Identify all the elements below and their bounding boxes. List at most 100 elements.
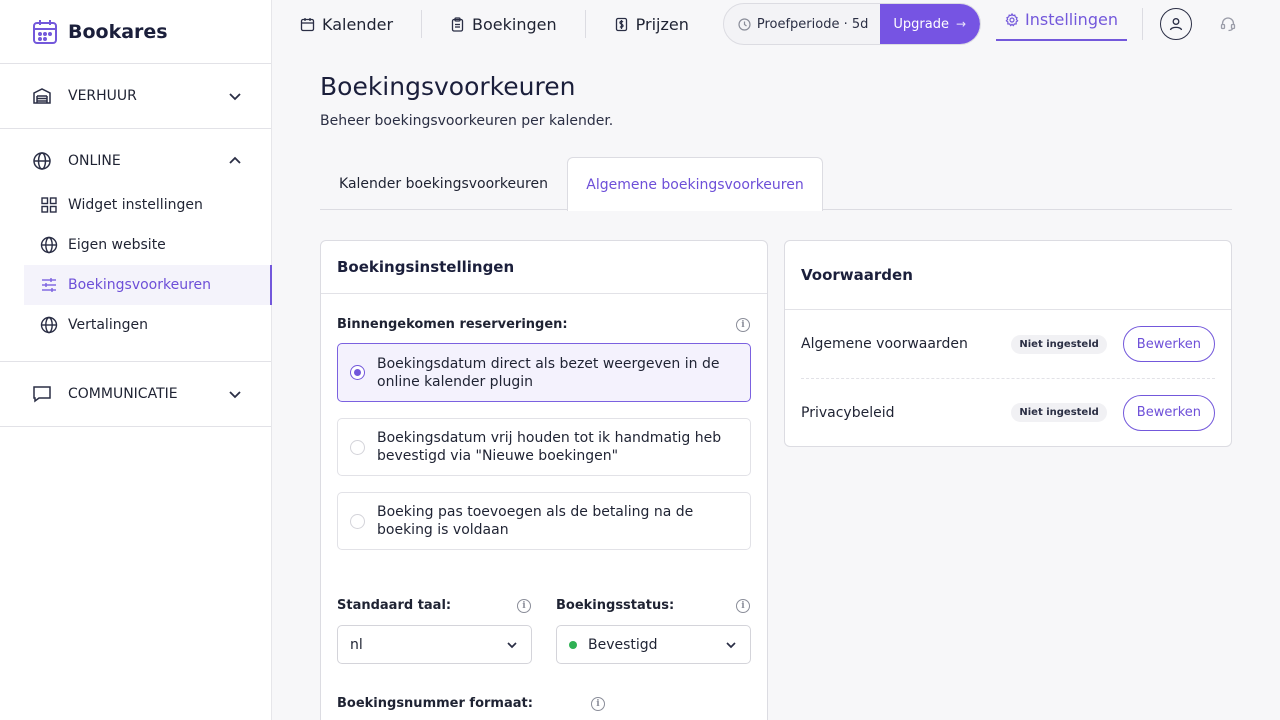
- upgrade-label: Upgrade: [893, 16, 949, 32]
- radio-option-direct-bezet[interactable]: Boekingsdatum direct als bezet weergeven…: [337, 343, 751, 402]
- sidebar-item-widget-instellingen[interactable]: Widget instellingen: [0, 185, 271, 225]
- field-label: Boekingsnummer formaat:: [337, 696, 533, 711]
- user-icon: [1169, 18, 1183, 31]
- tab-kalender-boekingsvoorkeuren[interactable]: Kalender boekingsvoorkeuren: [320, 157, 567, 210]
- incoming-reservations-label: Binnengekomen reserveringen: i: [337, 317, 750, 332]
- upgrade-button[interactable]: Upgrade →: [880, 4, 981, 44]
- tab-algemene-boekingsvoorkeuren[interactable]: Algemene boekingsvoorkeuren: [567, 157, 823, 211]
- chevron-up-icon: [229, 156, 241, 164]
- sidebar-section-label: ONLINE: [68, 153, 121, 169]
- chevron-down-icon: [229, 391, 241, 399]
- trial-status: Proefperiode · 5d: [724, 17, 881, 32]
- terms-row: Algemene voorwaarden Niet ingesteld Bewe…: [785, 310, 1231, 378]
- language-select[interactable]: nl: [337, 625, 532, 664]
- default-language-label: Standaard taal: i: [337, 598, 531, 613]
- calendar-icon: [300, 17, 315, 31]
- headset-icon[interactable]: [1220, 16, 1236, 32]
- sidebar-item-label: Widget instellingen: [68, 197, 203, 213]
- sidebar-item-label: Eigen website: [68, 237, 166, 253]
- nav-kalender[interactable]: Kalender: [272, 0, 421, 48]
- topbar: Kalender Boekingen Prijzen Proefperiode …: [272, 0, 1280, 48]
- status-badge: Niet ingesteld: [1011, 334, 1107, 354]
- booking-status-label: Boekingsstatus: i: [556, 598, 750, 613]
- globe-icon: [40, 316, 58, 334]
- grid-icon: [41, 197, 57, 213]
- page-title: Boekingsvoorkeuren: [320, 72, 576, 101]
- radio-label: Boeking pas toevoegen als de betaling na…: [377, 504, 694, 538]
- radio-button[interactable]: [350, 513, 365, 529]
- radio-option-handmatig-bevestigen[interactable]: Boekingsdatum vrij houden tot ik handmat…: [337, 418, 751, 476]
- select-value: Bevestigd: [588, 636, 658, 653]
- sidebar-toggle-communicatie[interactable]: COMMUNICATIE: [0, 362, 271, 426]
- sidebar: Bookares VERHUUR ONLINE Widget instellin…: [0, 0, 272, 720]
- sidebar-item-eigen-website[interactable]: Eigen website: [0, 225, 271, 265]
- brand[interactable]: Bookares: [0, 0, 271, 64]
- terms-label: Algemene voorwaarden: [801, 336, 968, 352]
- gear-icon: [1005, 12, 1019, 27]
- edit-privacy-button[interactable]: Bewerken: [1122, 394, 1215, 431]
- info-icon[interactable]: i: [736, 598, 750, 613]
- avatar[interactable]: [1160, 8, 1192, 40]
- page-subtitle: Beheer boekingsvoorkeuren per kalender.: [320, 113, 614, 129]
- sidebar-item-label: Boekingsvoorkeuren: [68, 277, 212, 293]
- info-icon[interactable]: i: [517, 598, 531, 613]
- radio-label: Boekingsdatum direct als bezet weergeven…: [377, 355, 720, 390]
- info-icon[interactable]: i: [591, 696, 605, 711]
- arrow-right-icon: →: [955, 17, 967, 31]
- chevron-down-icon: [229, 93, 241, 101]
- field-label: Standaard taal:: [337, 598, 452, 613]
- status-badge: Niet ingesteld: [1011, 403, 1107, 422]
- sidebar-section-label: COMMUNICATIE: [68, 386, 178, 402]
- terms-card: Voorwaarden Algemene voorwaarden Niet in…: [784, 240, 1232, 447]
- sidebar-section-label: VERHUUR: [68, 88, 137, 104]
- booking-settings-card: Boekingsinstellingen Binnengekomen reser…: [320, 240, 768, 720]
- radio-button[interactable]: [350, 365, 365, 380]
- chat-icon: [33, 386, 51, 403]
- chevron-down-icon: [507, 641, 517, 648]
- nav-label: Prijzen: [635, 14, 689, 34]
- edit-terms-button[interactable]: Bewerken: [1122, 326, 1215, 362]
- warehouse-icon: [33, 88, 51, 104]
- divider: [1142, 8, 1143, 40]
- globe-icon: [40, 236, 58, 254]
- trial-label: Proefperiode · 5d: [756, 16, 869, 32]
- field-label: Boekingsstatus:: [556, 598, 675, 613]
- trial-pill: Proefperiode · 5d Upgrade →: [722, 3, 982, 45]
- info-icon[interactable]: i: [736, 317, 750, 332]
- sidebar-submenu-online: Widget instellingen Eigen website Boekin…: [0, 185, 272, 361]
- clipboard-icon: [451, 16, 464, 32]
- card-title: Boekingsinstellingen: [321, 241, 767, 294]
- sidebar-item-label: Vertalingen: [68, 317, 148, 333]
- tab-bar: Kalender boekingsvoorkeuren Algemene boe…: [320, 157, 1232, 211]
- sidebar-toggle-online[interactable]: ONLINE: [0, 129, 271, 193]
- radio-button[interactable]: [350, 439, 365, 455]
- booking-number-format-label: Boekingsnummer formaat: i: [337, 696, 605, 711]
- nav-label: Boekingen: [472, 14, 557, 34]
- settings-label: Instellingen: [1025, 10, 1118, 29]
- nav-instellingen[interactable]: Instellingen: [996, 0, 1127, 41]
- status-dot: [569, 640, 577, 649]
- globe-icon: [33, 152, 51, 170]
- sidebar-item-boekingsvoorkeuren[interactable]: Boekingsvoorkeuren: [24, 265, 272, 305]
- nav-boekingen[interactable]: Boekingen: [422, 0, 585, 48]
- calendar-logo-icon: [33, 19, 57, 44]
- terms-row: Privacybeleid Niet ingesteld Bewerken: [801, 378, 1215, 446]
- sidebar-section-verhuur: VERHUUR: [0, 64, 271, 129]
- nav-label: Kalender: [322, 14, 394, 34]
- booking-status-select[interactable]: Bevestigd: [556, 625, 751, 664]
- sliders-icon: [42, 278, 56, 292]
- sidebar-toggle-verhuur[interactable]: VERHUUR: [0, 64, 271, 128]
- terms-label: Privacybeleid: [801, 404, 895, 421]
- radio-label: Boekingsdatum vrij houden tot ik handmat…: [377, 430, 722, 464]
- sidebar-section-communicatie: COMMUNICATIE: [0, 362, 271, 427]
- chevron-down-icon: [726, 641, 736, 648]
- main-content: Boekingsvoorkeuren Beheer boekingsvoorke…: [320, 48, 1232, 720]
- radio-option-na-betaling[interactable]: Boeking pas toevoegen als de betaling na…: [337, 492, 751, 550]
- select-value: nl: [350, 636, 363, 653]
- clock-icon: [738, 17, 751, 31]
- brand-name: Bookares: [68, 20, 168, 43]
- sidebar-item-vertalingen[interactable]: Vertalingen: [0, 305, 271, 345]
- nav-prijzen[interactable]: Prijzen: [586, 0, 717, 48]
- price-tag-icon: [615, 17, 627, 31]
- sidebar-section-online: ONLINE Widget instellingen Eigen website: [0, 129, 272, 362]
